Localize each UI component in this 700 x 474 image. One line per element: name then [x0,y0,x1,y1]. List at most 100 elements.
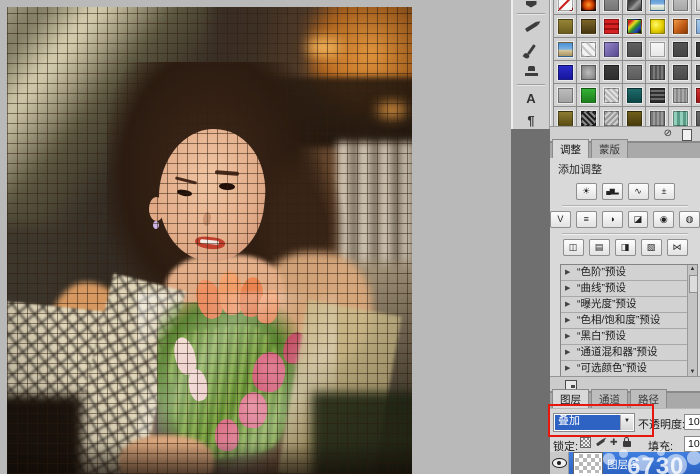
style-swatch[interactable] [669,61,692,84]
brush-panel-icon[interactable] [513,38,549,60]
curves-icon[interactable]: ∿ [628,183,649,200]
style-swatch-preview [673,65,688,80]
expand-triangle-icon[interactable]: ▶ [565,265,570,280]
preset-item[interactable]: ▶“黑白”预设 [561,329,697,345]
style-swatch[interactable] [669,84,692,107]
lock-pixels-icon[interactable] [596,441,605,444]
style-swatch[interactable] [600,38,623,61]
style-swatch[interactable] [646,61,669,84]
expand-triangle-icon[interactable]: ▶ [565,297,570,312]
preset-item[interactable]: ▶“通道混和器”预设 [561,345,697,361]
style-swatch[interactable] [623,15,646,38]
layer-visibility-toggle[interactable] [550,452,569,474]
style-swatch[interactable] [623,84,646,107]
levels-icon[interactable]: ▄▆▂ [602,183,623,200]
opacity-input[interactable]: 100% [684,414,700,430]
new-style-icon[interactable] [682,129,692,141]
style-swatch-preview [581,88,596,103]
expand-triangle-icon[interactable]: ▶ [565,313,570,328]
style-swatch[interactable] [600,15,623,38]
style-swatch[interactable] [646,15,669,38]
exposure-icon[interactable]: ± [654,183,675,200]
color-balance-icon[interactable]: ◑ [602,211,623,228]
style-swatch-preview [650,111,665,126]
scroll-up-icon[interactable]: ▲ [688,265,697,274]
style-swatch[interactable] [692,84,700,107]
style-swatch[interactable] [692,38,700,61]
document-canvas[interactable] [7,7,412,474]
style-swatch[interactable] [646,84,669,107]
style-swatch[interactable] [692,0,700,15]
adjustments-title: 添加调整 [558,161,602,177]
style-swatch[interactable] [554,15,577,38]
layer-row[interactable]: 图层 1 [550,452,700,474]
paragraph-panel-icon[interactable]: ¶ [513,109,549,131]
style-swatch[interactable] [554,84,577,107]
channel-mixer-icon[interactable]: ◍ [679,211,700,228]
style-swatch[interactable] [600,0,623,15]
paragraph-panel-icon: ¶ [527,114,534,127]
style-swatch[interactable] [646,0,669,15]
posterize-icon[interactable]: ▤ [589,239,610,256]
threshold-icon[interactable]: ◨ [615,239,636,256]
style-swatch[interactable] [623,61,646,84]
expand-triangle-icon[interactable]: ▶ [565,345,570,360]
selective-color-icon[interactable]: ⋈ [667,239,688,256]
style-swatch[interactable] [623,0,646,15]
vibrance-icon[interactable]: V [550,211,571,228]
gradient-map-icon[interactable]: ▧ [641,239,662,256]
style-swatch[interactable] [623,38,646,61]
style-swatch-preview [650,42,665,57]
panel-top-partial-icon[interactable] [513,0,549,11]
tool-presets-icon[interactable] [513,16,549,38]
brush-panel-icon [527,44,536,55]
style-swatch[interactable] [577,61,600,84]
invert-icon[interactable]: ◫ [563,239,584,256]
style-swatch[interactable] [669,38,692,61]
style-swatch[interactable] [669,15,692,38]
style-swatch[interactable] [577,0,600,15]
brightness-contrast-icon[interactable]: ☀ [576,183,597,200]
tab-masks[interactable]: 蒙版 [591,139,628,158]
clone-source-icon[interactable] [513,60,549,82]
preset-item[interactable]: ▶ “曲线”预设 [561,281,697,297]
lock-buttons: ✚ [580,436,631,448]
style-swatch[interactable] [600,84,623,107]
style-swatch[interactable] [646,38,669,61]
style-swatch[interactable] [577,38,600,61]
divider [562,233,688,234]
black-white-icon[interactable]: ◪ [628,211,649,228]
style-swatch[interactable] [577,15,600,38]
preset-item[interactable]: ▶“色阶”预设 [561,265,697,281]
style-swatch[interactable] [554,38,577,61]
lock-transparency-icon[interactable] [580,437,591,448]
hue-saturation-icon[interactable]: ≡ [576,211,597,228]
layer-thumbnail[interactable] [574,453,602,474]
style-swatch[interactable] [554,61,577,84]
character-panel-icon: A [526,92,535,105]
fill-input[interactable]: 100% [684,436,700,452]
style-swatch-preview [627,88,642,103]
presets-scrollbar[interactable]: ▲ ▼ [687,265,697,377]
style-swatch[interactable] [554,0,577,15]
style-swatch[interactable] [692,61,700,84]
lock-position-icon[interactable]: ✚ [610,437,618,448]
style-swatch[interactable] [600,61,623,84]
style-swatch-preview [558,88,573,103]
expand-triangle-icon[interactable]: ▶ [565,361,570,376]
preset-item[interactable]: ▶“可选颜色”预设 [561,361,697,377]
style-swatch[interactable] [669,0,692,15]
preset-label: “曲线”预设 [577,282,626,294]
preset-item[interactable]: ▶“曝光度”预设 [561,297,697,313]
tab-adjustments[interactable]: 调整 [552,139,589,158]
scrollbar-thumb[interactable] [689,275,698,293]
photo-filter-icon[interactable]: ◉ [653,211,674,228]
preset-item[interactable]: ▶“色相/饱和度”预设 [561,313,697,329]
lock-all-icon[interactable] [623,437,631,447]
expand-triangle-icon[interactable]: ▶ [565,281,570,296]
style-swatch[interactable] [692,15,700,38]
character-panel-icon[interactable]: A [513,87,549,109]
style-swatch[interactable] [577,84,600,107]
clear-style-icon[interactable]: ⊘ [664,129,672,139]
expand-triangle-icon[interactable]: ▶ [565,329,570,344]
